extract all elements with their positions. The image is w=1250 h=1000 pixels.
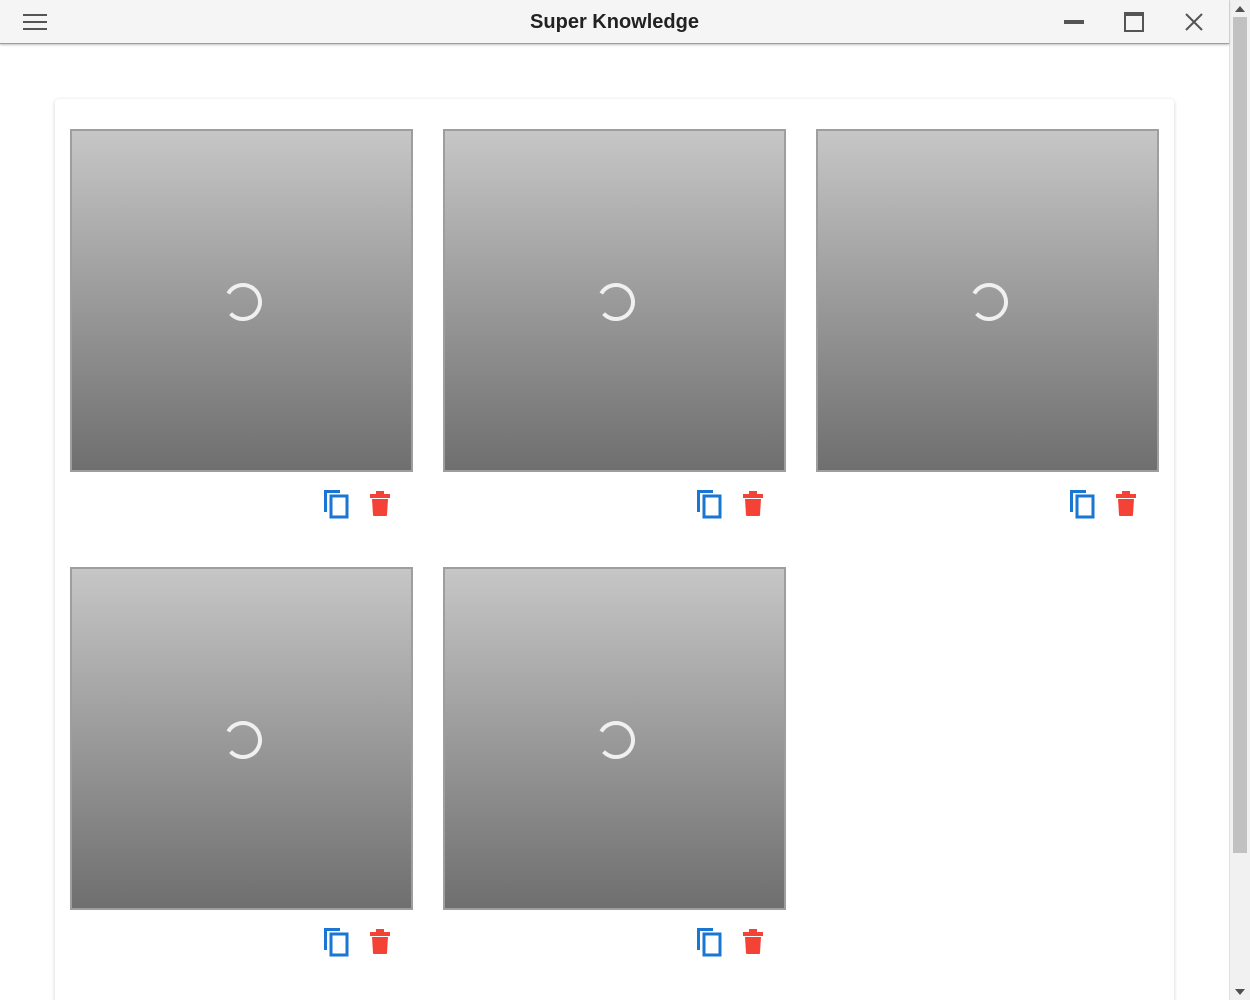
copy-button[interactable] bbox=[693, 488, 725, 520]
loading-spinner-icon bbox=[224, 721, 262, 759]
window-title: Super Knowledge bbox=[530, 11, 699, 33]
item-actions bbox=[816, 488, 1159, 520]
copy-icon bbox=[693, 928, 725, 962]
item-actions bbox=[70, 488, 413, 520]
item-actions bbox=[443, 488, 786, 520]
title-bar: Super Knowledge bbox=[0, 0, 1229, 44]
delete-button[interactable] bbox=[366, 488, 394, 520]
copy-button[interactable] bbox=[693, 926, 725, 958]
copy-button[interactable] bbox=[1066, 488, 1098, 520]
item-actions bbox=[443, 926, 786, 958]
scrollbar-thumb[interactable] bbox=[1233, 17, 1247, 853]
copy-icon bbox=[1066, 490, 1098, 524]
delete-button[interactable] bbox=[739, 926, 767, 958]
vertical-scrollbar[interactable] bbox=[1229, 0, 1250, 1000]
loading-spinner-icon bbox=[224, 283, 262, 321]
delete-button[interactable] bbox=[739, 488, 767, 520]
loading-spinner-icon bbox=[597, 721, 635, 759]
loading-spinner-icon bbox=[597, 283, 635, 321]
scroll-up-arrow-icon[interactable] bbox=[1230, 0, 1250, 17]
close-icon bbox=[1179, 7, 1209, 37]
delete-icon bbox=[1112, 491, 1140, 524]
maximize-icon bbox=[1119, 7, 1149, 37]
gallery-card bbox=[55, 99, 1174, 1000]
maximize-button[interactable] bbox=[1119, 7, 1149, 37]
item-actions bbox=[70, 926, 413, 958]
delete-icon bbox=[366, 491, 394, 524]
minimize-button[interactable] bbox=[1059, 7, 1089, 37]
delete-button[interactable] bbox=[366, 926, 394, 958]
copy-icon bbox=[693, 490, 725, 524]
image-thumbnail[interactable] bbox=[443, 129, 786, 472]
scroll-down-arrow-icon[interactable] bbox=[1230, 983, 1250, 1000]
delete-icon bbox=[739, 929, 767, 962]
close-button[interactable] bbox=[1179, 7, 1209, 37]
image-thumbnail[interactable] bbox=[816, 129, 1159, 472]
loading-spinner-icon bbox=[970, 283, 1008, 321]
copy-button[interactable] bbox=[320, 926, 352, 958]
image-thumbnail[interactable] bbox=[70, 129, 413, 472]
delete-button[interactable] bbox=[1112, 488, 1140, 520]
delete-icon bbox=[366, 929, 394, 962]
image-thumbnail[interactable] bbox=[70, 567, 413, 910]
copy-icon bbox=[320, 490, 352, 524]
image-thumbnail[interactable] bbox=[443, 567, 786, 910]
minimize-icon bbox=[1059, 7, 1089, 37]
copy-icon bbox=[320, 928, 352, 962]
copy-button[interactable] bbox=[320, 488, 352, 520]
delete-icon bbox=[739, 491, 767, 524]
